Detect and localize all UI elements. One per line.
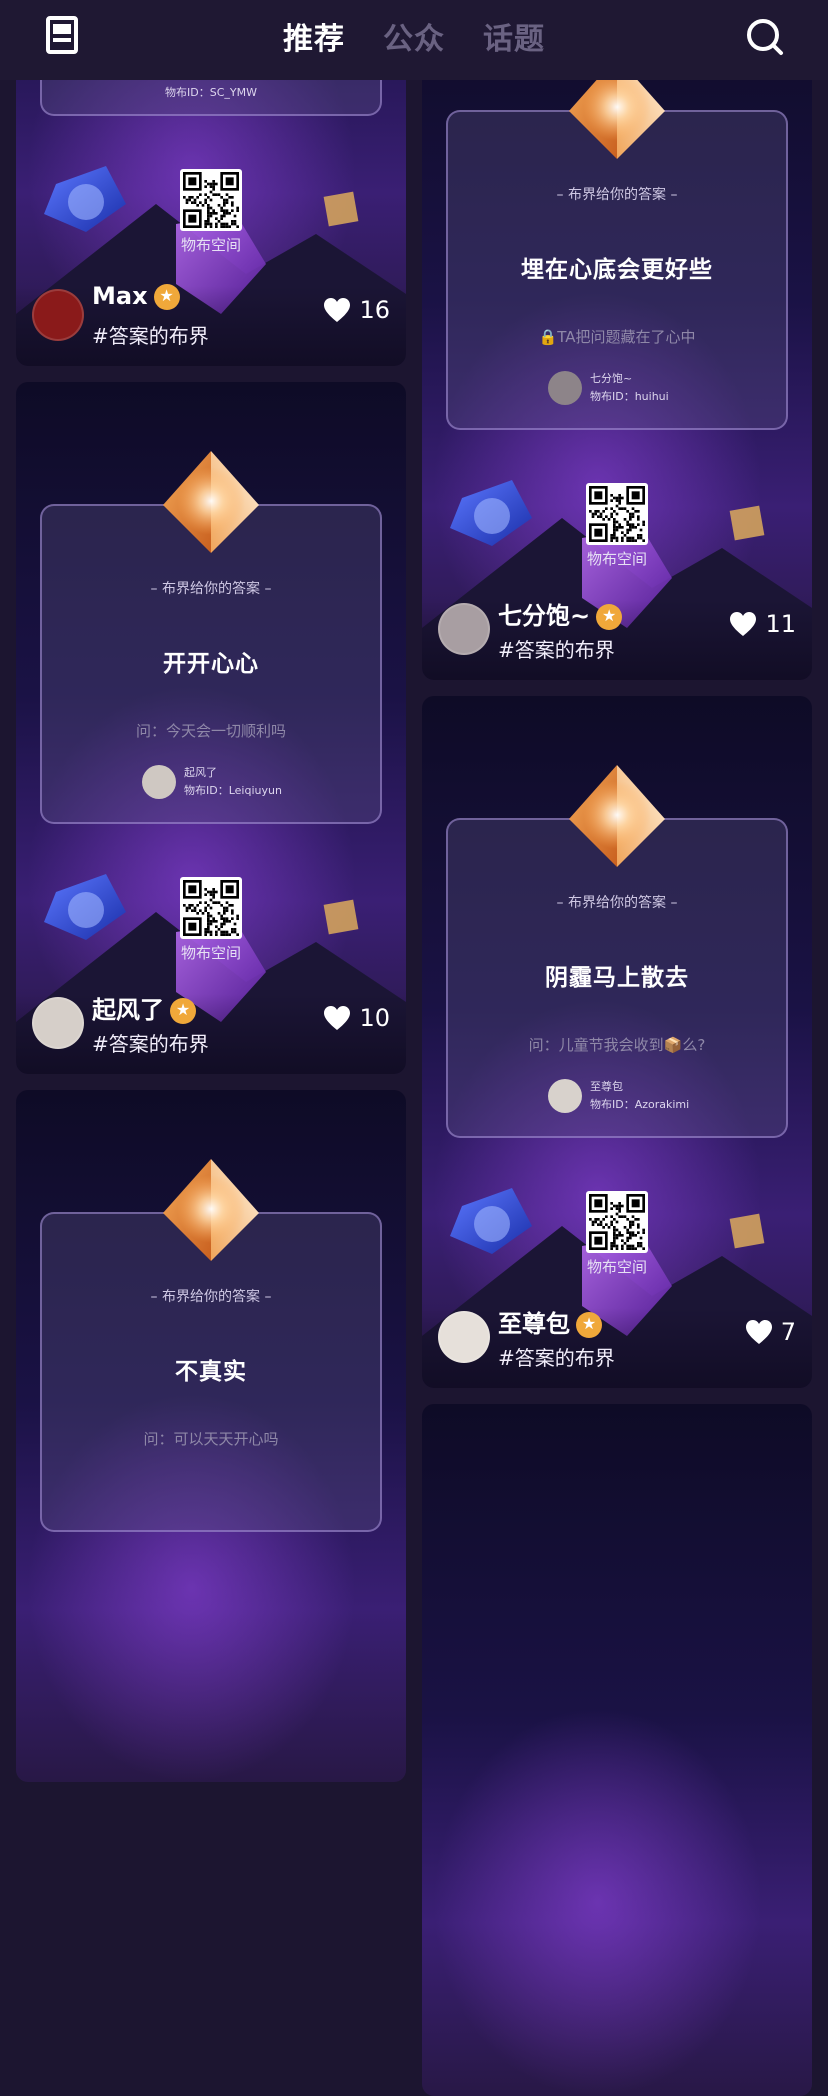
answer-text: 阴霾马上散去 (545, 965, 689, 991)
like-button[interactable]: 7 (745, 1318, 796, 1346)
author-avatar[interactable] (438, 1311, 490, 1363)
author-name[interactable]: 七分饱~ (498, 596, 623, 631)
user-name: 七分饱~ (590, 372, 633, 385)
like-button[interactable]: 11 (729, 610, 796, 638)
like-button[interactable]: 16 (323, 296, 390, 324)
qr-code (180, 877, 242, 939)
like-count: 10 (359, 1004, 390, 1032)
like-count: 16 (359, 296, 390, 324)
user-avatar (548, 1079, 582, 1113)
user-avatar (142, 765, 176, 799)
qr-label: 物布空间 (586, 550, 647, 568)
author-name[interactable]: 至尊包 (498, 1304, 602, 1339)
topic-tag[interactable]: #答案的布界 (498, 1342, 615, 1371)
panel-caption: – 布界给你的答案 – (150, 581, 272, 597)
answer-text: 不真实 (175, 1359, 247, 1385)
gem-icon (163, 451, 259, 553)
answer-card[interactable]: – 布界给你的答案 – 埋在心底会更好些 🔒TA把问题藏在了心中 七分饱~ 物布… (422, 0, 812, 680)
qr-code (586, 483, 648, 545)
panel-caption: – 布界给你的答案 – (150, 1289, 272, 1305)
panel-user: 七分饱~ 物布ID：huihui (548, 370, 669, 406)
user-id: 物布ID：Leiqiuyun (184, 784, 282, 797)
question-text: 问：儿童节我会收到📦么? (528, 1036, 706, 1054)
tab-public[interactable]: 公众 (383, 14, 445, 58)
topic-tag[interactable]: #答案的布界 (92, 1028, 209, 1057)
author-name[interactable]: 起风了 (92, 990, 196, 1025)
qr-code (180, 169, 242, 231)
tab-recommend[interactable]: 推荐 (283, 14, 345, 58)
topic-tag[interactable]: #答案的布界 (92, 320, 209, 349)
answer-card[interactable]: – 布界给你的答案 – 阴霾马上散去 问：儿童节我会收到📦么? 至尊包 物布ID… (422, 696, 812, 1388)
gem-icon (569, 765, 665, 867)
verified-badge-icon (153, 284, 180, 310)
author-avatar[interactable] (32, 289, 84, 341)
topic-tag[interactable]: #答案的布界 (498, 634, 615, 663)
question-text: 问：今天会一切顺利吗 (135, 722, 286, 740)
verified-badge-icon (596, 604, 623, 630)
answer-text: 埋在心底会更好些 (521, 257, 713, 283)
author-avatar[interactable] (438, 603, 490, 655)
answer-text: 开开心心 (163, 651, 259, 677)
panel-user: 起风了 物布ID：Leiqiuyun (142, 764, 282, 800)
menu-icon[interactable] (46, 16, 78, 54)
search-icon[interactable] (746, 18, 784, 56)
heart-icon (730, 612, 757, 636)
verified-badge-icon (170, 998, 196, 1024)
top-navigation-bar: 推荐 公众 话题 (0, 0, 828, 80)
qr-code (586, 1191, 648, 1253)
user-name: 至尊包 (590, 1080, 623, 1093)
author-name[interactable]: Max (92, 282, 180, 310)
answer-card[interactable] (422, 1404, 812, 2096)
answer-card[interactable]: – 布界给你的答案 – 不真实 问：可以天天开心吗 (16, 1090, 406, 1782)
heart-icon (324, 298, 351, 322)
like-count: 7 (780, 1318, 796, 1346)
user-id: 物布ID：huihui (590, 390, 669, 403)
verified-badge-icon (576, 1312, 602, 1338)
like-button[interactable]: 10 (323, 1004, 390, 1032)
author-avatar[interactable] (32, 997, 84, 1049)
heart-icon (324, 1006, 351, 1030)
qr-label: 物布空间 (180, 944, 241, 962)
question-text: 问：可以天天开心吗 (143, 1430, 279, 1448)
user-id: 物布ID：Azorakimi (590, 1098, 690, 1111)
like-count: 11 (765, 610, 796, 638)
gem-icon (163, 1159, 259, 1261)
panel-user: 至尊包 物布ID：Azorakimi (548, 1078, 689, 1114)
question-text: 🔒TA把问题藏在了心中 (538, 328, 696, 346)
tab-topics[interactable]: 话题 (483, 14, 545, 58)
tab-bar: 推荐 公众 话题 (283, 14, 545, 58)
heart-icon (745, 1320, 772, 1344)
panel-caption: – 布界给你的答案 – (556, 187, 678, 203)
answer-card[interactable]: – 布界给你的答案 – 开开心心 问：今天会一切顺利吗 起风了 物布ID：Lei… (16, 382, 406, 1074)
panel-caption: – 布界给你的答案 – (556, 895, 678, 911)
panel-user-id: 物布ID：SC_YMW (165, 86, 257, 99)
user-name: 起风了 (184, 766, 217, 779)
qr-label: 物布空间 (586, 1258, 647, 1276)
user-avatar (548, 371, 582, 405)
qr-label: 物布空间 (180, 236, 241, 254)
